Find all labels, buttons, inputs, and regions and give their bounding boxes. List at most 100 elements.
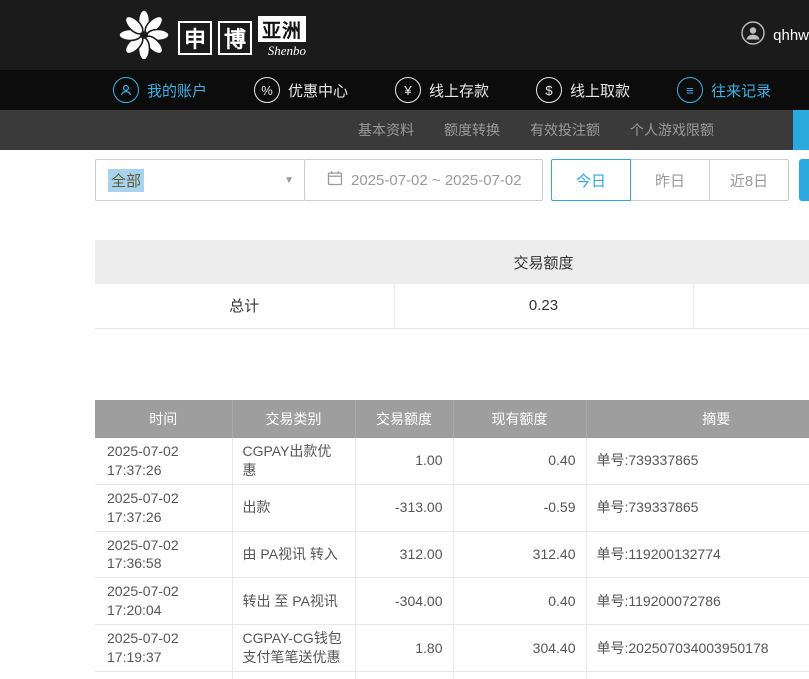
table-cell: 2025-07-02 17:19:37 [95, 625, 232, 672]
subnav-item-balance-transfer[interactable]: 额度转换 [444, 120, 500, 140]
table-cell: 2025-07-02 17:37:26 [95, 438, 232, 484]
sub-nav: 基本资料 额度转换 有效投注额 个人游戏限额 [0, 110, 809, 150]
table-row: 2025-07-02 17:37:26CGPAY出款优惠1.000.40单号:7… [95, 438, 809, 484]
table-cell: 单号:202507034003950178 [586, 625, 809, 672]
username: qhhw [773, 27, 809, 44]
top-header: 申 博 亚洲 Shenbo qhhw [0, 0, 809, 70]
table-cell: 转出 至 PA视讯 [232, 578, 355, 625]
nav-item-deposit[interactable]: ¥ 线上存款 [395, 77, 489, 103]
table-cell: CGPAY出款优惠 [232, 438, 355, 484]
today-button[interactable]: 今日 [551, 159, 631, 201]
table-cell: -0.59 [453, 484, 586, 531]
records-icon: ≡ [677, 77, 703, 103]
user-avatar-icon [741, 21, 765, 49]
type-dropdown[interactable]: 全部 ▼ [95, 159, 305, 201]
col-header-summary: 摘要 [586, 400, 809, 438]
chevron-down-icon: ▼ [284, 175, 294, 186]
nav-item-records[interactable]: ≡ 往来记录 [677, 77, 771, 103]
logo-char-bo: 博 [218, 21, 252, 55]
main-nav: 我的账户 % 优惠中心 ¥ 线上存款 $ 线上取款 ≡ 往来记录 [0, 70, 809, 110]
nav-label: 我的账户 [147, 80, 207, 101]
logo-region: 亚洲 [258, 16, 306, 42]
user-account[interactable]: qhhw [741, 21, 809, 49]
table-cell: 单号:119200072786 [586, 578, 809, 625]
col-header-type: 交易类别 [232, 400, 355, 438]
table-cell: 1.80 [355, 625, 453, 672]
table-cell: 单号:119200132774 [586, 531, 809, 578]
type-dropdown-value: 全部 [108, 169, 144, 192]
summary-body-row: 总计 0.23 [95, 284, 809, 328]
table-row: 2025-07-02 17:19:37CGPAY支付300.00302.60单号… [95, 671, 809, 679]
table-cell: 2025-07-02 17:37:26 [95, 484, 232, 531]
logo-subtitle: Shenbo [268, 43, 306, 59]
col-header-amount: 交易额度 [355, 400, 453, 438]
deposit-icon: ¥ [395, 77, 421, 103]
subnav-item-game-limits[interactable]: 个人游戏限额 [630, 120, 714, 140]
subnav-item-valid-bets[interactable]: 有效投注额 [530, 120, 600, 140]
last8days-button[interactable]: 近8日 [709, 159, 789, 201]
col-header-balance: 现有额度 [453, 400, 586, 438]
page: 申 博 亚洲 Shenbo qhhw [0, 0, 809, 679]
table-cell: 1.00 [355, 438, 453, 484]
nav-item-withdraw[interactable]: $ 线上取款 [536, 77, 630, 103]
table-row: 2025-07-02 17:20:04转出 至 PA视讯-304.000.40单… [95, 578, 809, 625]
table-cell: 出款 [232, 484, 355, 531]
filter-bar: 全部 ▼ 2025-07-02 ~ 2025-07-02 今日 昨日 近8日 [95, 159, 789, 201]
yesterday-button[interactable]: 昨日 [630, 159, 710, 201]
table-cell: 2025-07-02 17:36:58 [95, 531, 232, 578]
summary-header-empty [95, 240, 394, 284]
table-cell: 302.60 [453, 671, 586, 679]
table-cell: CGPAY支付 [232, 671, 355, 679]
subnav-active-indicator[interactable] [793, 110, 809, 150]
summary-empty-cell [693, 284, 809, 328]
summary-header-row: 交易额度 [95, 240, 809, 284]
summary-header-empty [693, 240, 809, 284]
table-cell: 312.40 [453, 531, 586, 578]
table-cell: 0.40 [453, 438, 586, 484]
table-body: 2025-07-02 17:37:26CGPAY出款优惠1.000.40单号:7… [95, 438, 809, 679]
summary-table: 交易额度 总计 0.23 [95, 240, 809, 329]
table-row: 2025-07-02 17:36:58由 PA视讯 转入312.00312.40… [95, 531, 809, 578]
transactions-table: 时间 交易类别 交易额度 现有额度 摘要 2025-07-02 17:37:26… [95, 400, 809, 679]
table-cell: 单号:202507034003950178 [586, 671, 809, 679]
table-cell: 由 PA视讯 转入 [232, 531, 355, 578]
search-button[interactable] [799, 159, 809, 201]
table-row: 2025-07-02 17:19:37CGPAY-CG钱包支付笔笔送优惠1.80… [95, 625, 809, 672]
table-cell: -313.00 [355, 484, 453, 531]
logo[interactable]: 申 博 亚洲 Shenbo [116, 7, 306, 68]
withdraw-icon: $ [536, 77, 562, 103]
col-header-time: 时间 [95, 400, 232, 438]
table-cell: 2025-07-02 17:19:37 [95, 671, 232, 679]
transactions-table-wrap: 时间 交易类别 交易额度 现有额度 摘要 2025-07-02 17:37:26… [95, 400, 809, 679]
table-cell: 单号:739337865 [586, 438, 809, 484]
nav-label: 往来记录 [711, 80, 771, 101]
quick-date-buttons: 今日 昨日 近8日 [551, 159, 789, 201]
logo-region-wrap: 亚洲 Shenbo [258, 16, 306, 59]
table-cell: 300.00 [355, 671, 453, 679]
logo-char-shen: 申 [178, 21, 212, 55]
calendar-icon [327, 170, 343, 190]
date-range-input[interactable]: 2025-07-02 ~ 2025-07-02 [304, 159, 543, 201]
promo-icon: % [254, 77, 280, 103]
table-cell: CGPAY-CG钱包支付笔笔送优惠 [232, 625, 355, 672]
table-row: 2025-07-02 17:37:26出款-313.00-0.59单号:7393… [95, 484, 809, 531]
nav-item-promotions[interactable]: % 优惠中心 [254, 77, 348, 103]
table-cell: -304.00 [355, 578, 453, 625]
user-icon [113, 77, 139, 103]
table-header-row: 时间 交易类别 交易额度 现有额度 摘要 [95, 400, 809, 438]
summary-header-label: 交易额度 [394, 240, 693, 284]
table-cell: 304.40 [453, 625, 586, 672]
summary-total-value: 0.23 [394, 284, 693, 328]
table-cell: 2025-07-02 17:20:04 [95, 578, 232, 625]
nav-label: 线上存款 [429, 80, 489, 101]
logo-flower-icon [116, 7, 172, 68]
table-cell: 312.00 [355, 531, 453, 578]
nav-label: 线上取款 [570, 80, 630, 101]
table-cell: 0.40 [453, 578, 586, 625]
date-range-value: 2025-07-02 ~ 2025-07-02 [351, 172, 522, 189]
subnav-item-basic-info[interactable]: 基本资料 [358, 120, 414, 140]
nav-label: 优惠中心 [288, 80, 348, 101]
table-cell: 单号:739337865 [586, 484, 809, 531]
nav-item-my-account[interactable]: 我的账户 [113, 77, 207, 103]
summary-total-label: 总计 [95, 284, 394, 328]
